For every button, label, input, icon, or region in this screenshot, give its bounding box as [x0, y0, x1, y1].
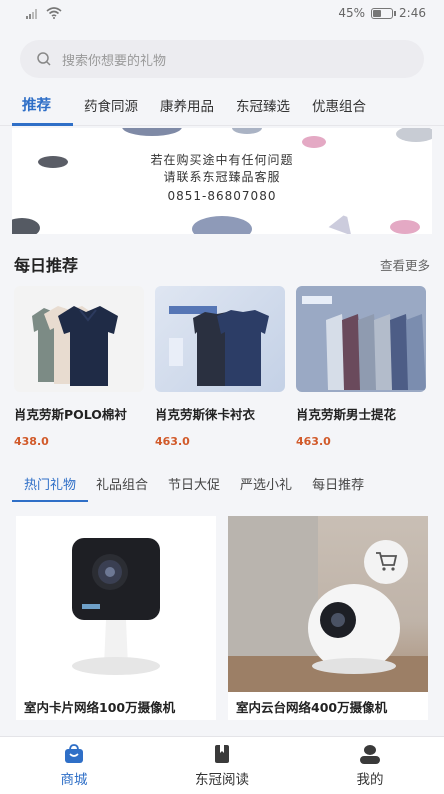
daily-item[interactable]: 肖克劳斯徕卡衬衣 463.0 [155, 286, 285, 448]
signal-icon [26, 8, 37, 19]
see-more-link[interactable]: 查看更多 [380, 255, 430, 274]
battery-icon [371, 7, 397, 19]
tab-hot-gifts[interactable]: 热门礼物 [11, 470, 89, 502]
tab-wellness[interactable]: 康养用品 [149, 95, 225, 125]
banner-phone: 0851-86807080 [167, 189, 277, 203]
tab-festival-sale[interactable]: 节日大促 [158, 470, 230, 493]
daily-item[interactable]: 肖克劳斯男士提花 463.0 [296, 286, 426, 448]
product-name: 室内云台网络400万摄像机 [236, 700, 388, 715]
daily-item-price: 463.0 [296, 435, 331, 448]
product-image [296, 286, 426, 392]
banner-decoration [192, 216, 252, 234]
nav-reading-label: 东冠阅读 [195, 771, 249, 788]
banner-decoration [122, 128, 182, 136]
banner-line-1: 若在购买途中有任何问题 [150, 153, 294, 167]
banner-decoration [396, 128, 432, 142]
banner-decoration [390, 220, 420, 234]
bottom-nav: 商城 东冠阅读 我的 [0, 736, 444, 794]
add-to-cart-icon[interactable] [374, 550, 398, 572]
shopping-bag-icon [65, 743, 83, 763]
book-icon [215, 744, 229, 763]
battery-percent: 45% [338, 6, 366, 20]
tab-recommend[interactable]: 推荐 [12, 94, 73, 126]
tab-discount-bundle[interactable]: 优惠组合 [301, 95, 377, 125]
tab-daily-recommend[interactable]: 每日推荐 [302, 470, 374, 493]
search-placeholder: 搜索你想要的礼物 [62, 53, 167, 69]
nav-mall-label: 商城 [60, 771, 88, 788]
tab-dongguan-select[interactable]: 东冠臻选 [225, 95, 301, 125]
nav-mine[interactable]: 我的 [315, 744, 425, 788]
nav-reading[interactable]: 东冠阅读 [167, 744, 277, 788]
banner-decoration [302, 136, 326, 148]
search-icon [37, 52, 51, 66]
customer-service-banner[interactable]: 若在购买途中有任何问题 请联系东冠臻品客服 0851-86807080 [12, 128, 432, 234]
nav-mall[interactable]: 商城 [19, 743, 129, 788]
product-card[interactable]: 室内卡片网络100万摄像机 [16, 516, 216, 720]
product-image [16, 516, 216, 692]
banner-decoration [328, 204, 360, 234]
banner-decoration [12, 218, 40, 234]
daily-item-price: 438.0 [14, 435, 49, 448]
product-image [228, 516, 428, 692]
product-image [14, 286, 144, 392]
product-card[interactable]: 室内云台网络400万摄像机 [228, 516, 428, 720]
banner-decoration [232, 128, 262, 134]
nav-mine-label: 我的 [356, 771, 384, 788]
daily-item-name: 肖克劳斯男士提花 [296, 407, 397, 422]
clock: 2:46 [399, 6, 426, 20]
daily-item-price: 463.0 [155, 435, 190, 448]
user-icon [360, 744, 380, 764]
banner-line-2: 请联系东冠臻品客服 [163, 170, 281, 184]
daily-item-name: 肖克劳斯徕卡衬衣 [155, 407, 256, 422]
section-title-daily: 每日推荐 [14, 256, 79, 275]
product-name: 室内卡片网络100万摄像机 [24, 700, 176, 715]
tab-select-gifts[interactable]: 严选小礼 [230, 470, 302, 493]
tab-gift-bundle[interactable]: 礼品组合 [86, 470, 158, 493]
tab-food-medicine[interactable]: 药食同源 [73, 95, 149, 125]
product-image [155, 286, 285, 392]
status-bar: 45% 2:46 [0, 0, 444, 26]
search-input[interactable]: 搜索你想要的礼物 [20, 40, 424, 78]
wifi-icon [46, 7, 62, 19]
daily-item-name: 肖克劳斯POLO棉衬 [14, 407, 127, 422]
daily-item[interactable]: 肖克劳斯POLO棉衬 438.0 [14, 286, 144, 448]
category-tabs: 推荐 药食同源 康养用品 东冠臻选 优惠组合 [0, 92, 444, 126]
gift-tabs: 热门礼物 礼品组合 节日大促 严选小礼 每日推荐 [0, 470, 444, 502]
